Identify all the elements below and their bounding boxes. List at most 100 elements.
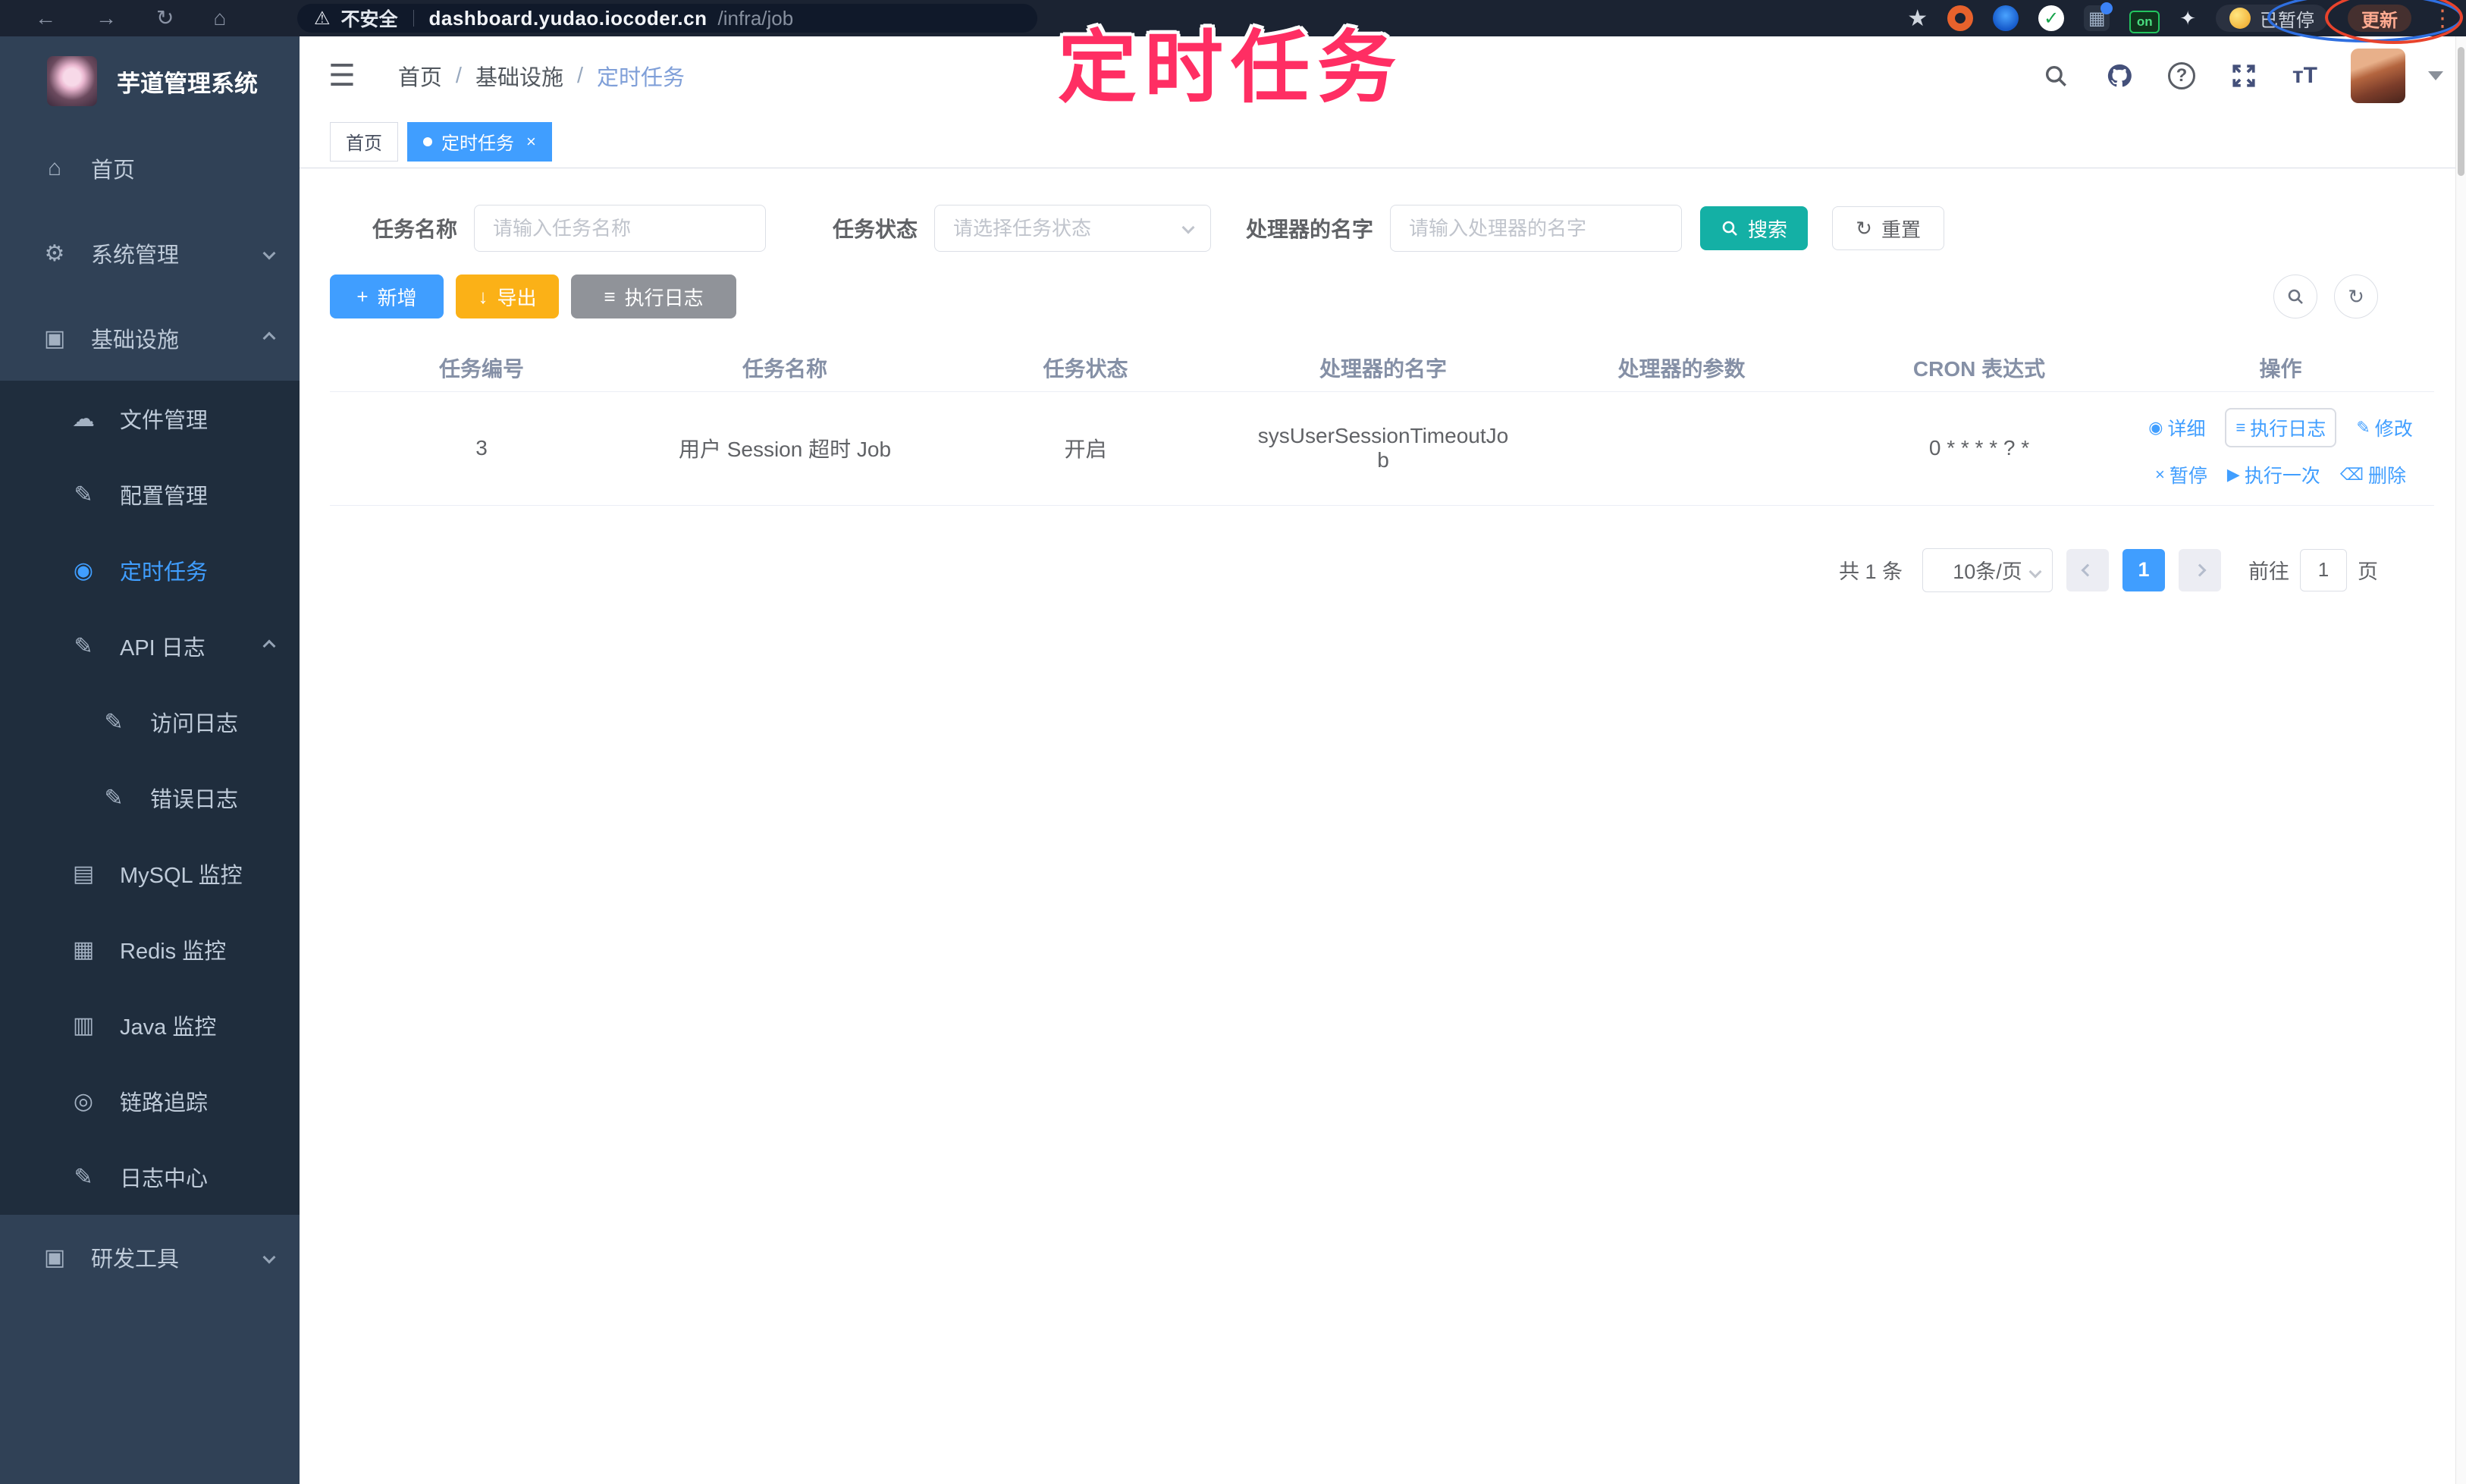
url-path: /infra/job [717, 6, 794, 30]
avatar-caret-icon[interactable] [2428, 71, 2443, 80]
bookmark-star-icon[interactable]: ★ [1907, 5, 1928, 32]
eye-icon: ◉ [2148, 418, 2163, 437]
close-icon[interactable]: × [526, 132, 536, 152]
pencil-icon: ✎ [2356, 418, 2370, 437]
sidebar-logo-row[interactable]: 芋道管理系统 [0, 36, 300, 126]
run-once-link[interactable]: ▶ 执行一次 [2227, 461, 2320, 488]
sidebar-item-label: Java 监控 [120, 1015, 217, 1040]
job-status-select-input[interactable] [934, 205, 1212, 252]
handler-name-input[interactable] [1390, 205, 1683, 252]
sidebar-item-label: 日志中心 [120, 1167, 209, 1191]
col-actions: 操作 [2127, 344, 2434, 392]
delete-link[interactable]: ⌫ 删除 [2340, 461, 2406, 488]
page-size-select[interactable]: 10条/页 [1922, 547, 2053, 592]
extension-orange-icon[interactable] [1947, 5, 1974, 31]
breadcrumb-infra[interactable]: 基础设施 [475, 60, 563, 92]
sidebar-item-config-manage[interactable]: ✎ 配置管理 [0, 456, 300, 532]
tab-label: 定时任务 [441, 133, 514, 154]
forward-icon[interactable]: → [96, 8, 117, 29]
gear-icon: ⚙ [44, 240, 65, 266]
pause-icon: × [2155, 465, 2165, 484]
back-icon[interactable]: ← [35, 8, 56, 29]
update-button[interactable]: 更新 [2348, 5, 2411, 32]
sidebar-item-trace[interactable]: ◎ 链路追踪 [0, 1063, 300, 1139]
sidebar-item-java-monitor[interactable]: ▥ Java 监控 [0, 987, 300, 1063]
sidebar-item-label: MySQL 监控 [120, 864, 243, 888]
help-icon[interactable]: ? [2167, 62, 2195, 89]
goto-page-input[interactable] [2300, 548, 2347, 591]
page-unit-label: 页 [2358, 560, 2378, 583]
search-button[interactable]: 搜索 [1700, 206, 1809, 250]
sidebar-item-redis-monitor[interactable]: ▦ Redis 监控 [0, 911, 300, 987]
edit-link[interactable]: ✎ 修改 [2356, 414, 2412, 441]
search-icon[interactable] [2041, 61, 2071, 91]
log-icon: ✎ [74, 633, 93, 659]
col-handler-param: 处理器的参数 [1532, 344, 1831, 392]
sidebar-item-error-log[interactable]: ✎ 错误日志 [0, 760, 300, 836]
browser-toolbar-right: ★ ✓ ▦ on ✦ 已暂停 更新 ⋮ [1907, 0, 2454, 36]
export-button[interactable]: ↓ 导出 [456, 275, 559, 318]
github-icon[interactable] [2104, 61, 2135, 91]
browser-menu-icon[interactable]: ⋮ [2431, 5, 2454, 32]
breadcrumb-home[interactable]: 首页 [398, 60, 442, 92]
extensions-puzzle-icon[interactable]: ✦ [2179, 7, 2196, 30]
job-status-select[interactable] [934, 205, 1212, 252]
sidebar-item-log-center[interactable]: ✎ 日志中心 [0, 1139, 300, 1215]
not-secure-icon: ⚠ [314, 8, 331, 29]
sidebar-item-label: API 日志 [120, 636, 206, 660]
detail-link-label: 详细 [2167, 419, 2206, 440]
log-icon: ✎ [74, 1164, 93, 1190]
detail-link[interactable]: ◉ 详细 [2148, 414, 2205, 441]
execution-log-button[interactable]: ≡ 执行日志 [571, 275, 736, 318]
address-bar[interactable]: ⚠ 不安全 dashboard.yudao.iocoder.cn /infra/… [297, 4, 1037, 33]
chevron-down-icon [262, 1250, 276, 1264]
sidebar-item-file-manage[interactable]: ☁ 文件管理 [0, 381, 300, 456]
sidebar-item-api-log[interactable]: ✎ API 日志 [0, 608, 300, 684]
avatar[interactable] [2351, 49, 2405, 103]
refresh-icon[interactable]: ↻ [2334, 275, 2378, 318]
col-job-status: 任务状态 [937, 344, 1235, 392]
sidebar-item-home[interactable]: ⌂ 首页 [0, 126, 300, 211]
toggle-search-icon[interactable] [2273, 275, 2317, 318]
cell-handler-param [1532, 391, 1831, 506]
tab-scheduled-jobs[interactable]: 定时任务 × [407, 121, 552, 162]
run-once-link-label: 执行一次 [2244, 466, 2320, 487]
tab-paused-chip[interactable]: 已暂停 [2216, 5, 2328, 32]
tab-home[interactable]: 首页 [330, 121, 398, 162]
sidebar-item-access-log[interactable]: ✎ 访问日志 [0, 684, 300, 760]
home-icon[interactable]: ⌂ [213, 8, 226, 29]
sidebar-item-system[interactable]: ⚙ 系统管理 [0, 211, 300, 296]
reset-button[interactable]: ↻ 重置 [1832, 206, 1945, 250]
col-handler-name: 处理器的名字 [1235, 344, 1532, 392]
sidebar-item-scheduled-jobs[interactable]: ◉ 定时任务 [0, 532, 300, 608]
reload-icon[interactable]: ↻ [156, 8, 174, 29]
hamburger-icon[interactable]: ☰ [328, 58, 356, 93]
tabs-bar: 首页 定时任务 × [300, 115, 2466, 168]
add-button[interactable]: + 新增 [330, 275, 444, 318]
pause-link[interactable]: × 暂停 [2155, 461, 2207, 488]
sidebar-item-mysql-monitor[interactable]: ▤ MySQL 监控 [0, 836, 300, 911]
page-number-button[interactable]: 1 [2122, 548, 2165, 591]
extension-on-badge[interactable]: on [2129, 11, 2160, 33]
sidebar-item-infra[interactable]: ▣ 基础设施 [0, 296, 300, 381]
next-page-button[interactable] [2179, 548, 2221, 591]
fullscreen-icon[interactable] [2229, 61, 2259, 91]
edit-link-label: 修改 [2374, 419, 2413, 440]
extension-blue-icon[interactable] [1993, 5, 2019, 31]
extension-green-check-icon[interactable]: ✓ [2038, 5, 2065, 31]
cell-job-status: 开启 [937, 391, 1235, 506]
url-host: dashboard.yudao.iocoder.cn [428, 6, 707, 30]
paused-label: 已暂停 [2260, 10, 2314, 31]
job-name-input[interactable] [474, 205, 767, 252]
table-row: 3 用户 Session 超时 Job 开启 sysUserSessionTim… [330, 391, 2434, 506]
col-job-name: 任务名称 [633, 344, 937, 392]
scrollbar[interactable] [2455, 36, 2466, 1484]
extension-grid-icon[interactable]: ▦ [2084, 2, 2113, 31]
eye-icon: ◎ [73, 1088, 94, 1114]
sidebar-item-label: 访问日志 [150, 712, 239, 736]
font-size-icon[interactable]: тT [2292, 63, 2317, 89]
row-execution-log-link[interactable]: ≡ 执行日志 [2225, 408, 2337, 447]
sidebar-item-dev-tools[interactable]: ▣ 研发工具 [0, 1215, 300, 1300]
scrollbar-thumb[interactable] [2458, 47, 2464, 176]
prev-page-button[interactable] [2066, 548, 2109, 591]
